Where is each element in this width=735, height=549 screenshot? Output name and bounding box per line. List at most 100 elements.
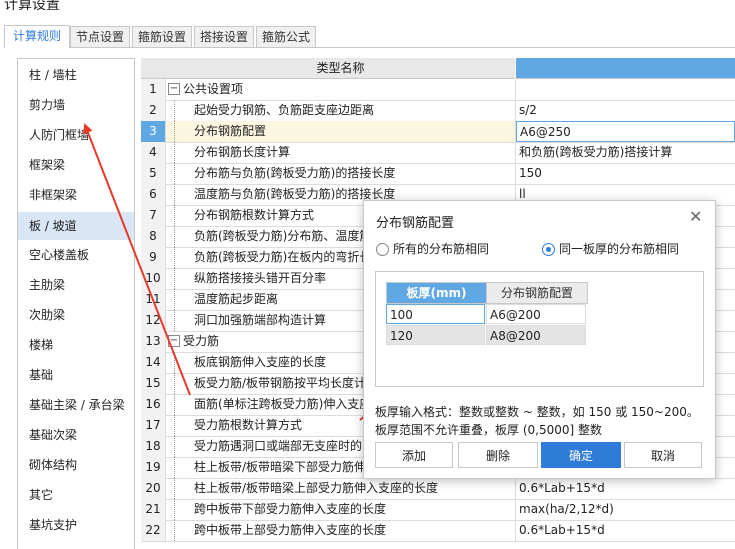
row-number: 4 bbox=[141, 142, 166, 163]
tree-guide-line bbox=[174, 205, 175, 226]
sidebar-item-foundation-secondary-beam[interactable]: 基础次梁 bbox=[18, 422, 134, 448]
row-value-cell[interactable]: s/2 bbox=[516, 100, 735, 121]
radio-unchecked-icon bbox=[376, 243, 389, 256]
sidebar-item-masonry[interactable]: 砌体结构 bbox=[18, 452, 134, 478]
collapse-toggle-icon[interactable]: − bbox=[168, 83, 180, 95]
row-number: 3 bbox=[141, 121, 166, 142]
tree-guide-line bbox=[174, 499, 175, 520]
table-cell-thickness[interactable]: 100 bbox=[386, 304, 485, 324]
row-number: 1 bbox=[141, 79, 166, 100]
radio-label-same-thickness: 同一板厚的分布筋相同 bbox=[559, 242, 680, 256]
tree-guide-line bbox=[174, 394, 175, 415]
dialog-title: 分布钢筋配置 bbox=[376, 216, 455, 231]
close-icon[interactable]: ✕ bbox=[689, 209, 703, 225]
radio-all-same[interactable]: 所有的分布筋相同 bbox=[376, 241, 526, 257]
window-title: 计算设置 bbox=[4, 0, 60, 13]
input-format-note: 板厚输入格式：整数或整数 ~ 整数，如 150 或 150~200。 bbox=[375, 405, 699, 419]
tab-divider bbox=[70, 47, 735, 48]
table-row[interactable]: 21 跨中板带下部受力筋伸入支座的长度 max(ha/2,12*d) bbox=[141, 499, 735, 521]
sidebar-item-pit-support[interactable]: 基坑支护 bbox=[18, 512, 134, 538]
row-name-cell: 分布钢筋配置 bbox=[166, 121, 516, 142]
table-cell-thickness[interactable]: 120 bbox=[386, 325, 485, 345]
row-value-cell[interactable]: 0.6*Lab+15*d bbox=[516, 520, 735, 541]
tree-guide-line bbox=[174, 100, 175, 121]
tree-guide-line bbox=[174, 310, 175, 331]
sidebar-item-main-rib-beam[interactable]: 主肋梁 bbox=[18, 272, 134, 298]
row-number: 8 bbox=[141, 226, 166, 247]
row-number: 2 bbox=[141, 100, 166, 121]
row-name-label: 板受力筋/板带钢筋按平均长度计 bbox=[194, 376, 367, 390]
sidebar-item-civil-defense-door-wall[interactable]: 人防门框墙 bbox=[18, 122, 134, 148]
radio-label-all-same: 所有的分布筋相同 bbox=[393, 242, 490, 256]
row-name-cell: 跨中板带上部受力筋伸入支座的长度 bbox=[166, 520, 516, 541]
table-row[interactable]: 22 跨中板带上部受力筋伸入支座的长度 0.6*Lab+15*d bbox=[141, 520, 735, 542]
row-value-cell[interactable] bbox=[516, 79, 735, 100]
tree-guide-line bbox=[174, 142, 175, 163]
table-row[interactable]: 2 起始受力钢筋、负筋距支座边距离 s/2 bbox=[141, 100, 735, 122]
sidebar-item-foundation[interactable]: 基础 bbox=[18, 362, 134, 388]
row-name-label: 温度筋起步距离 bbox=[194, 292, 279, 306]
table-row[interactable]: 5 分布筋与负筋(跨板受力筋)的搭接长度 150 bbox=[141, 163, 735, 185]
row-number: 5 bbox=[141, 163, 166, 184]
row-name-label: 分布钢筋配置 bbox=[194, 124, 267, 138]
sidebar-item-column[interactable]: 柱 / 墙柱 bbox=[18, 62, 134, 88]
row-name-label: 跨中板带上部受力筋伸入支座的长度 bbox=[194, 523, 387, 537]
tree-guide-line bbox=[174, 478, 175, 499]
collapse-toggle-icon[interactable]: − bbox=[168, 335, 180, 347]
table-row[interactable]: 20 柱上板带/板带暗梁上部受力筋伸入支座的长度 0.6*Lab+15*d bbox=[141, 478, 735, 500]
sidebar-item-secondary-rib-beam[interactable]: 次肋梁 bbox=[18, 302, 134, 328]
sidebar-item-slab-ramp[interactable]: 板 / 坡道 bbox=[18, 212, 134, 240]
sidebar-item-shear-wall[interactable]: 剪力墙 bbox=[18, 92, 134, 118]
row-number: 9 bbox=[141, 247, 166, 268]
row-number: 15 bbox=[141, 373, 166, 394]
tree-guide-line bbox=[174, 268, 175, 289]
row-name-label: 分布钢筋根数计算方式 bbox=[194, 208, 315, 222]
table-cell-rebar-config[interactable]: A8@200 bbox=[486, 325, 586, 345]
tab-node-settings[interactable]: 节点设置 bbox=[70, 26, 130, 47]
sidebar-item-stairs[interactable]: 楼梯 bbox=[18, 332, 134, 358]
radio-same-thickness[interactable]: 同一板厚的分布筋相同 bbox=[542, 241, 702, 257]
tab-stirrup-settings[interactable]: 箍筋设置 bbox=[132, 26, 192, 47]
group-label: 受力筋 bbox=[183, 334, 220, 348]
row-value-cell[interactable]: max(ha/2,12*d) bbox=[516, 499, 735, 520]
delete-button[interactable]: 删除 bbox=[458, 442, 538, 468]
tab-calc-rules[interactable]: 计算规则 bbox=[4, 25, 70, 48]
row-value-cell[interactable]: 0.6*Lab+15*d bbox=[516, 478, 735, 499]
row-value-cell[interactable]: 和负筋(跨板受力筋)搭接计算 bbox=[516, 142, 735, 163]
sidebar-item-non-frame-beam[interactable]: 非框架梁 bbox=[18, 182, 134, 208]
ok-button[interactable]: 确定 bbox=[541, 442, 621, 468]
table-row[interactable]: 3 分布钢筋配置 A6@250 bbox=[141, 121, 735, 143]
row-name-label: 柱上板带/板带暗梁上部受力筋伸入支座的长度 bbox=[194, 481, 439, 495]
sidebar-item-hollow-slab[interactable]: 空心楼盖板 bbox=[18, 242, 134, 268]
row-number: 18 bbox=[141, 436, 166, 457]
table-row[interactable]: 4 分布钢筋长度计算 和负筋(跨板受力筋)搭接计算 bbox=[141, 142, 735, 164]
row-value-cell[interactable]: 150 bbox=[516, 163, 735, 184]
row-name-label: 受力筋根数计算方式 bbox=[194, 418, 303, 432]
row-number: 19 bbox=[141, 457, 166, 478]
thickness-table-frame: 板厚(mm) 分布钢筋配置 100 A6@200 120 A8@200 bbox=[375, 271, 704, 387]
sidebar-item-frame-beam[interactable]: 框架梁 bbox=[18, 152, 134, 178]
add-button[interactable]: 添加 bbox=[375, 442, 453, 468]
row-number: 7 bbox=[141, 205, 166, 226]
row-name-cell: − 公共设置项 bbox=[166, 79, 516, 100]
tree-guide-line bbox=[174, 289, 175, 310]
row-name-label: 纵筋搭接接头错开百分率 bbox=[194, 271, 327, 285]
grid-group-row[interactable]: 1− 公共设置项 bbox=[141, 79, 735, 101]
row-number: 14 bbox=[141, 352, 166, 373]
row-value-cell[interactable]: A6@250 bbox=[516, 121, 735, 142]
row-number: 12 bbox=[141, 310, 166, 331]
grid-header-value bbox=[516, 58, 735, 79]
tree-guide-line bbox=[174, 163, 175, 184]
row-name-label: 面筋(单标注跨板受力筋)伸入支座 bbox=[194, 397, 372, 411]
row-name-cell: 柱上板带/板带暗梁上部受力筋伸入支座的长度 bbox=[166, 478, 516, 499]
cancel-button[interactable]: 取消 bbox=[624, 442, 702, 468]
tab-stirrup-formula[interactable]: 箍筋公式 bbox=[256, 26, 316, 47]
sidebar-item-other[interactable]: 其它 bbox=[18, 482, 134, 508]
sidebar-item-foundation-main-beam[interactable]: 基础主梁 / 承台梁 bbox=[18, 392, 134, 418]
tab-lap-settings[interactable]: 搭接设置 bbox=[194, 26, 254, 47]
table-cell-rebar-config[interactable]: A6@200 bbox=[486, 304, 586, 324]
row-name-cell: 跨中板带下部受力筋伸入支座的长度 bbox=[166, 499, 516, 520]
row-number: 21 bbox=[141, 499, 166, 520]
row-number: 22 bbox=[141, 520, 166, 541]
row-name-label: 跨中板带下部受力筋伸入支座的长度 bbox=[194, 502, 387, 516]
